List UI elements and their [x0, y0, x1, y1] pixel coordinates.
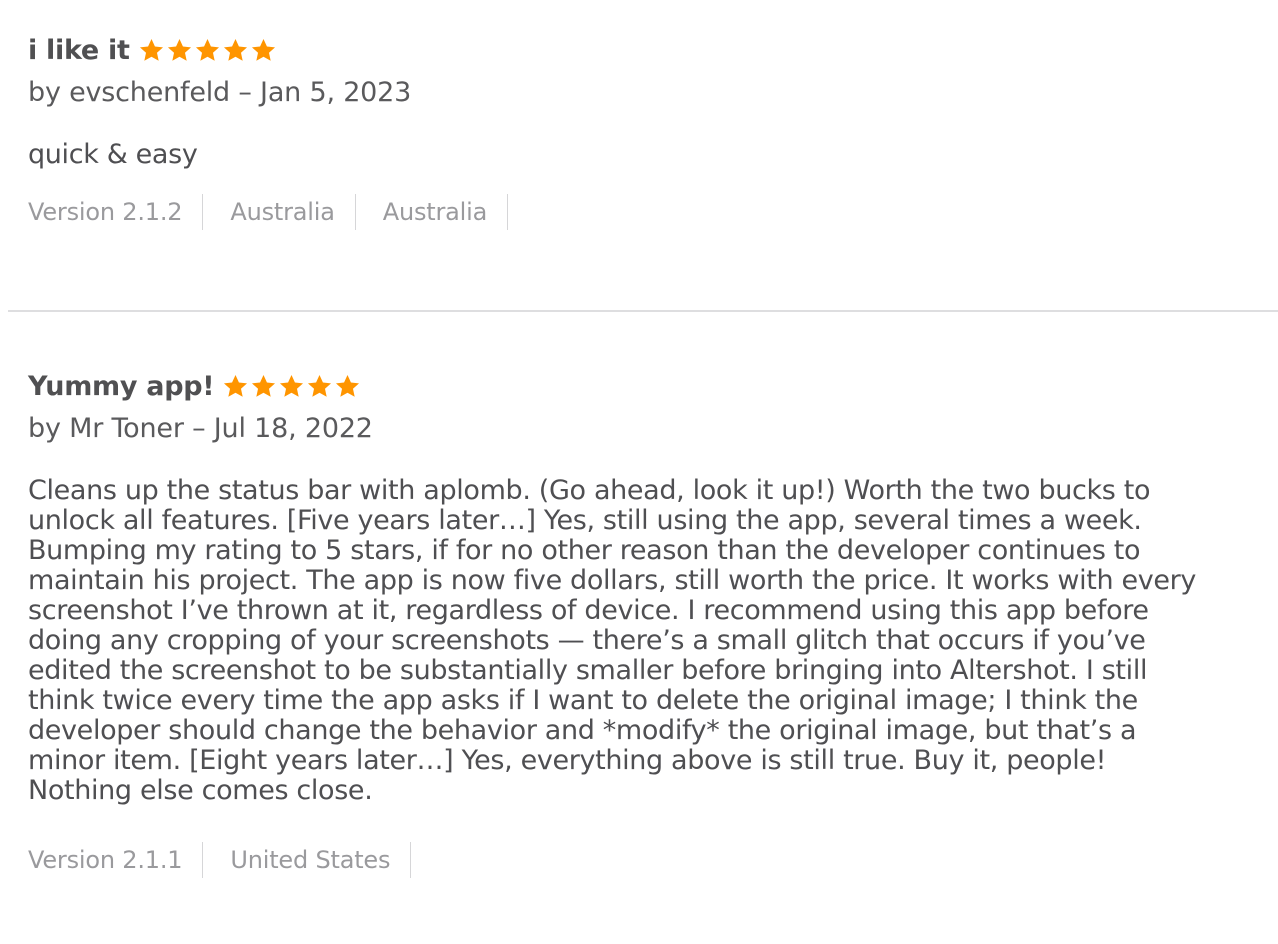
star-icon — [334, 373, 361, 400]
review-body-line: doing any cropping of your screenshots —… — [28, 625, 1146, 656]
review-meta: Version 2.1.2 Australia Australia — [28, 194, 1258, 230]
review-header: i like it — [28, 30, 1258, 70]
review-country: Australia — [230, 194, 356, 230]
review-body-line: maintain his project. The app is now fiv… — [28, 565, 1196, 596]
review-divider — [8, 310, 1278, 312]
review-title: Yummy app! — [28, 370, 215, 402]
review-body-line: Bumping my rating to 5 stars, if for no … — [28, 535, 1141, 566]
review-body: Cleans up the status bar with aplomb. (G… — [28, 476, 1258, 806]
review-title: i like it — [28, 34, 130, 66]
star-icon — [306, 373, 333, 400]
review-body-line: screenshot I’ve thrown at it, regardless… — [28, 595, 1149, 626]
star-icon — [250, 373, 277, 400]
review-country: United States — [230, 842, 412, 878]
review-body-line: unlock all features. [Five years later…]… — [28, 505, 1142, 536]
star-icon — [138, 37, 165, 64]
review-version: Version 2.1.1 — [28, 842, 204, 878]
review-body-line: edited the screenshot to be substantiall… — [28, 655, 1148, 686]
review-body-line: think twice every time the app asks if I… — [28, 685, 1138, 716]
review-card: i like it by evschenfeld – Jan 5, 2023 q… — [28, 30, 1258, 230]
review-byline: by Mr Toner – Jul 18, 2022 — [28, 413, 373, 444]
review-body-line: Nothing else comes close. — [28, 775, 373, 806]
review-header: Yummy app! — [28, 366, 1258, 406]
review-store: Australia — [383, 194, 509, 230]
star-icon — [222, 37, 249, 64]
review-body-line: Cleans up the status bar with aplomb. (G… — [28, 475, 1151, 506]
review-byline: by evschenfeld – Jan 5, 2023 — [28, 77, 412, 108]
star-icon — [278, 373, 305, 400]
review-version: Version 2.1.2 — [28, 194, 204, 230]
review-body-line: minor item. [Eight years later…] Yes, ev… — [28, 745, 1107, 776]
review-meta: Version 2.1.1 United States — [28, 842, 1258, 878]
star-rating — [138, 37, 278, 64]
star-icon — [194, 37, 221, 64]
review-card: Yummy app! by Mr Toner – Jul 18, 2022 Cl… — [28, 366, 1258, 878]
review-body-line: developer should change the behavior and… — [28, 715, 1137, 746]
star-rating — [222, 373, 362, 400]
star-icon — [250, 37, 277, 64]
review-body: quick & easy — [28, 139, 198, 170]
star-icon — [222, 373, 249, 400]
star-icon — [166, 37, 193, 64]
